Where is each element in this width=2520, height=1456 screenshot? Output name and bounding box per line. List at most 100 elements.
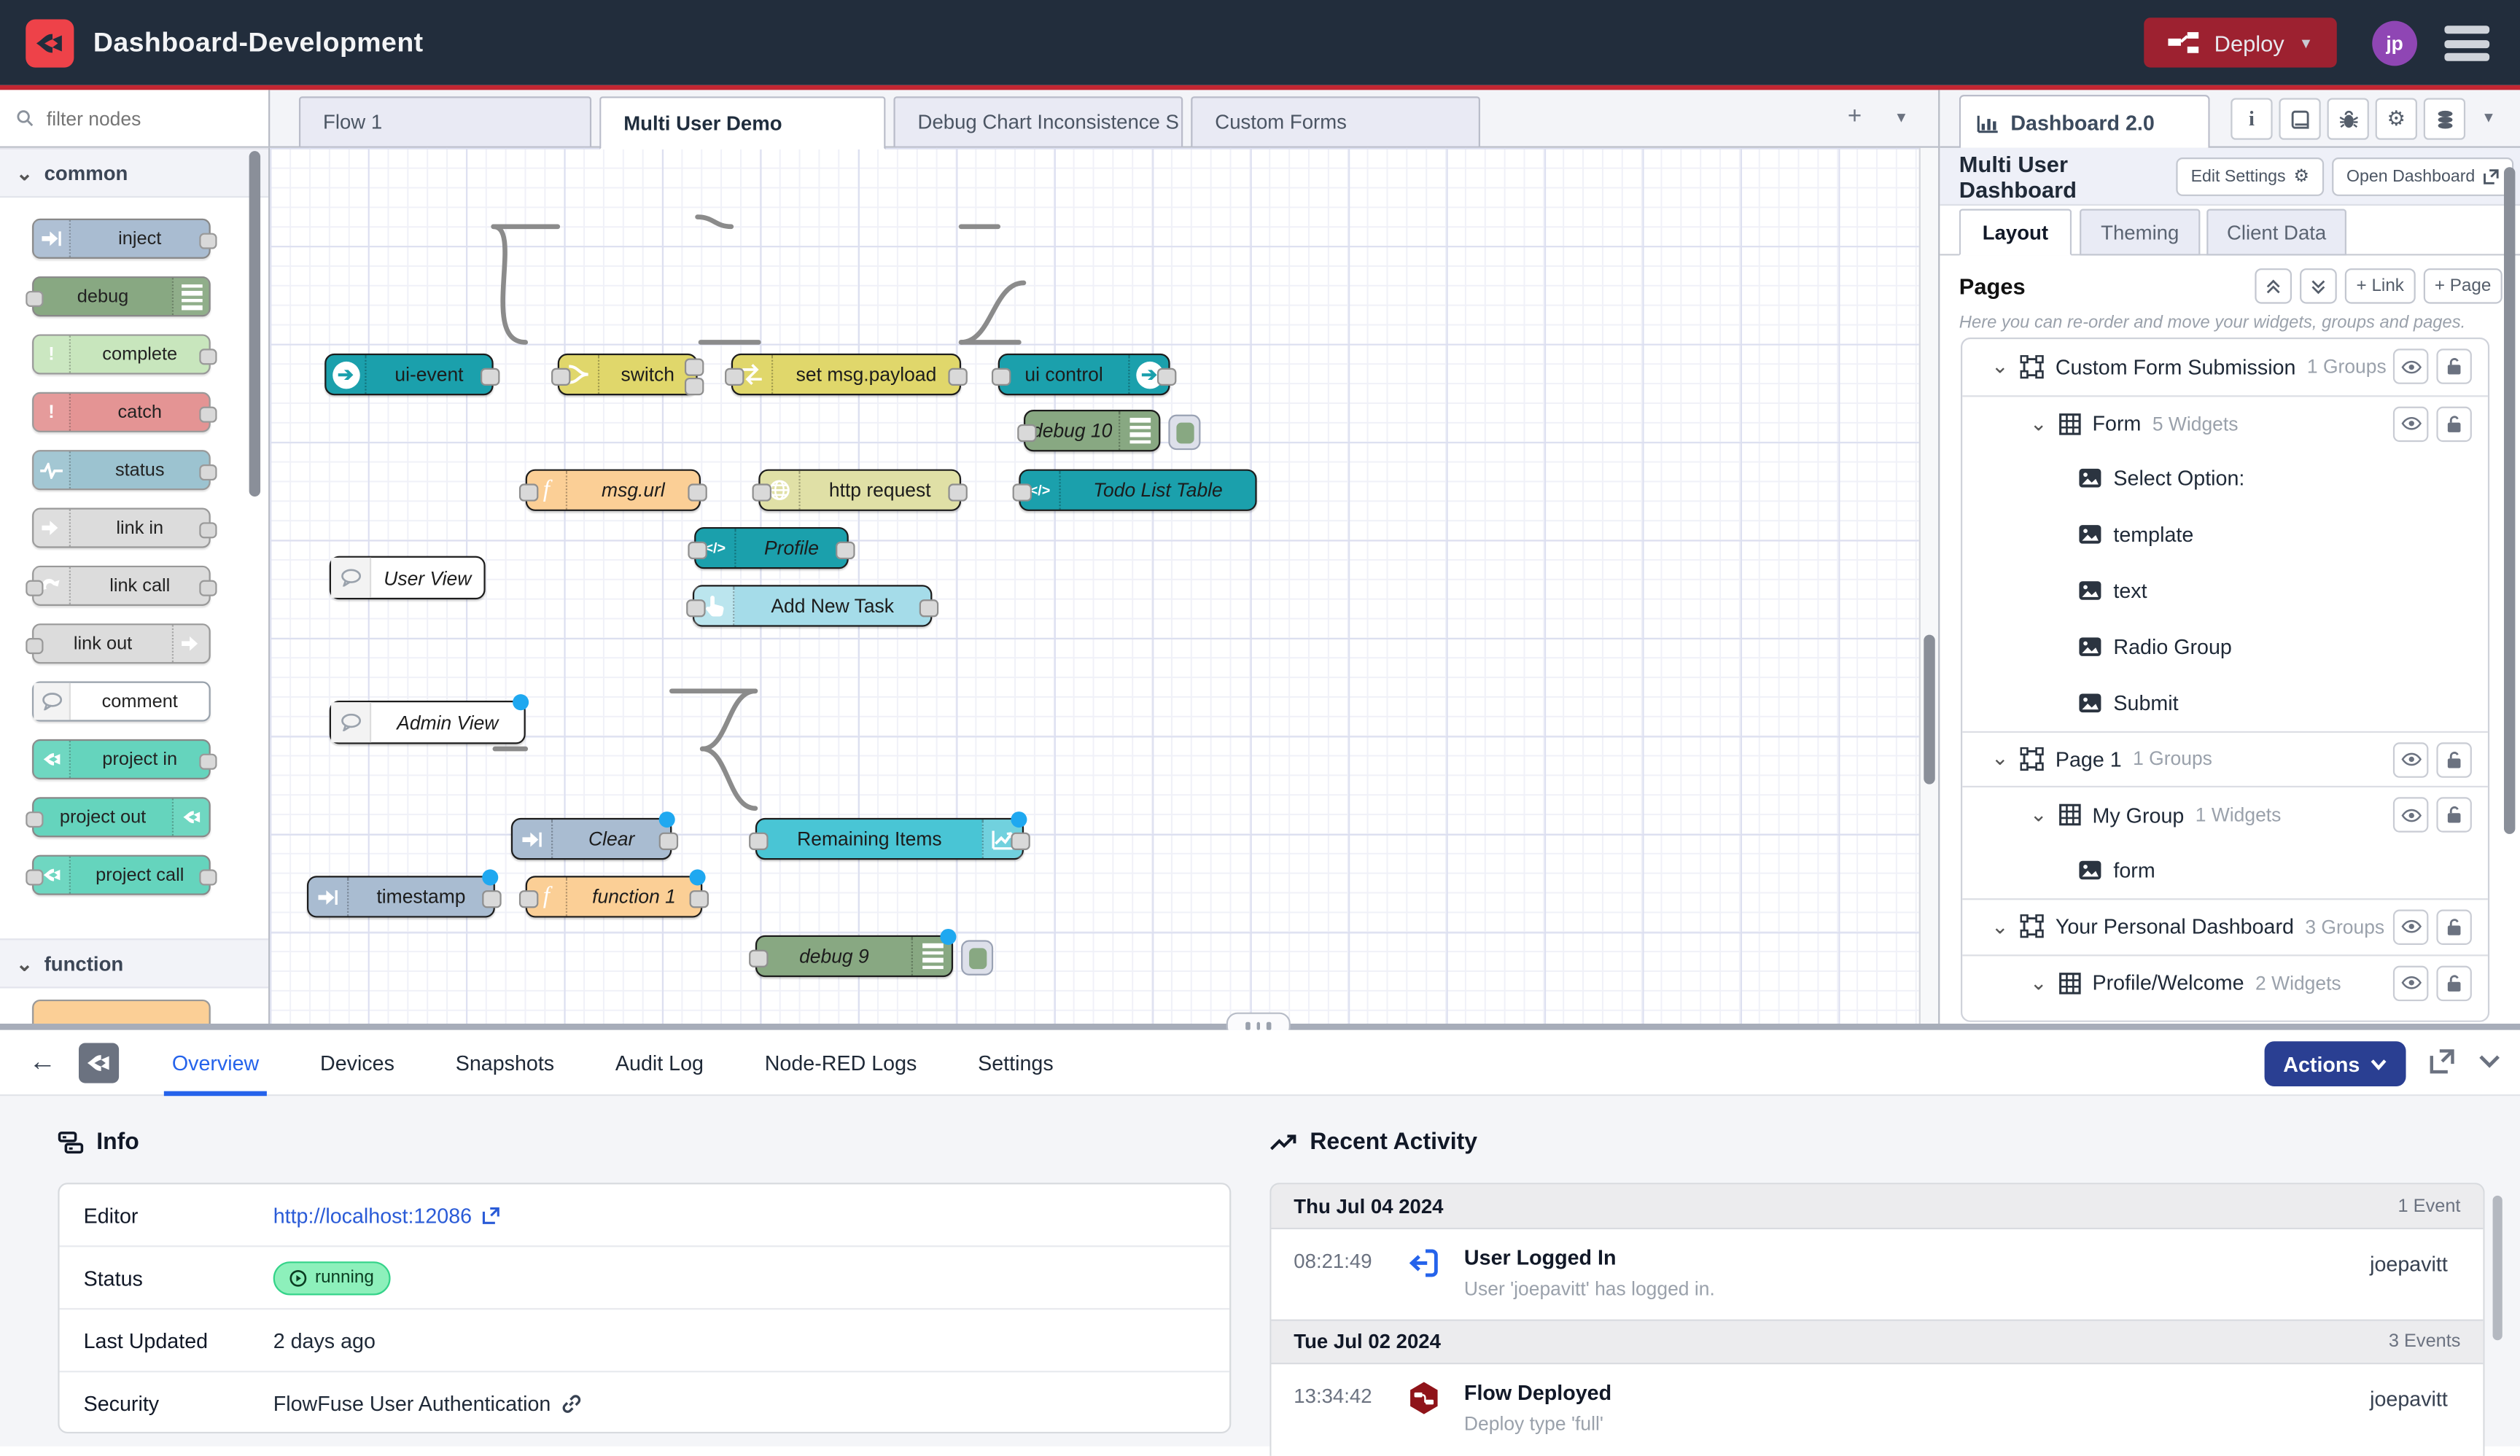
flowfuse-logo-icon[interactable] xyxy=(26,18,74,66)
chevron-down-icon[interactable]: ⌄ xyxy=(1991,354,2009,380)
flow-node-debug-10[interactable]: debug 10 xyxy=(1024,410,1160,451)
tree-widget-submit[interactable]: Submit xyxy=(1962,674,2488,731)
flow-tab-custom-forms[interactable]: Custom Forms xyxy=(1191,96,1480,148)
tree-widget-form[interactable]: form xyxy=(1962,842,2488,898)
unlock-button[interactable] xyxy=(2436,909,2471,944)
chain-link-icon[interactable] xyxy=(561,1393,582,1414)
unlock-button[interactable] xyxy=(2436,349,2471,384)
add-page-button[interactable]: + Page xyxy=(2423,268,2502,303)
flow-list-caret-icon[interactable]: ▼ xyxy=(1883,109,1918,125)
edit-settings-button[interactable]: Edit Settings⚙ xyxy=(2177,157,2324,195)
unlock-button[interactable] xyxy=(2436,798,2471,833)
info-sidebar-icon[interactable]: i xyxy=(2231,98,2272,139)
tab-node-red-logs[interactable]: Node-RED Logs xyxy=(757,1029,925,1095)
unlock-button[interactable] xyxy=(2436,965,2471,1000)
visibility-eye-button[interactable] xyxy=(2393,909,2428,944)
collapse-panel-chevron-icon[interactable] xyxy=(2478,1054,2501,1069)
flow-tab-multi-user-demo[interactable]: Multi User Demo xyxy=(599,96,885,149)
palette-search[interactable] xyxy=(0,90,270,146)
visibility-eye-button[interactable] xyxy=(2393,965,2428,1000)
chevron-down-icon[interactable]: ⌄ xyxy=(2030,411,2048,437)
palette-node-catch[interactable]: ! catch xyxy=(32,392,211,432)
add-link-button[interactable]: + Link xyxy=(2345,268,2415,303)
palette-node-inject[interactable]: inject xyxy=(32,219,211,259)
chevron-down-icon[interactable]: ⌄ xyxy=(2030,970,2048,996)
flow-node-clear-inject[interactable]: Clear xyxy=(511,818,672,860)
tab-devices[interactable]: Devices xyxy=(312,1029,402,1095)
flow-node-set-msg-payload[interactable]: set msg.payload xyxy=(731,354,961,395)
deploy-button[interactable]: Deploy ▼ xyxy=(2144,17,2336,67)
flow-node-debug-9[interactable]: debug 9 xyxy=(755,935,953,977)
tab-layout[interactable]: Layout xyxy=(1959,209,2072,256)
search-input[interactable] xyxy=(44,105,243,131)
palette-node-function-clipped[interactable] xyxy=(32,1000,211,1024)
sidebar-scrollbar[interactable] xyxy=(2504,167,2515,834)
visibility-eye-button[interactable] xyxy=(2393,798,2428,833)
actions-button[interactable]: Actions xyxy=(2265,1041,2406,1086)
flow-node-add-new-task[interactable]: Add New Task xyxy=(693,585,932,626)
flow-node-user-view-comment[interactable]: User View xyxy=(330,556,486,600)
palette-section-function[interactable]: ⌄ function xyxy=(0,938,268,988)
panel-scrollbar[interactable] xyxy=(2493,1196,2502,1340)
tree-page-page-1[interactable]: ⌄ Page 11 Groups xyxy=(1962,731,2488,787)
open-dashboard-button[interactable]: Open Dashboard xyxy=(2332,157,2513,195)
palette-node-complete[interactable]: ! complete xyxy=(32,334,211,374)
sidebar-tab-dashboard[interactable]: Dashboard 2.0 xyxy=(1959,95,2210,148)
palette-node-link-in[interactable]: link in xyxy=(32,507,211,548)
flow-node-function-1[interactable]: f function 1 xyxy=(526,876,702,917)
open-editor-external-icon[interactable] xyxy=(2428,1048,2455,1075)
flow-canvas[interactable]: ➔ ui-event switch set msg.payload ui con… xyxy=(270,148,1938,1024)
activity-event-row[interactable]: 08:21:49 User Logged In User 'joepavitt'… xyxy=(1271,1229,2483,1319)
flow-node-http-request[interactable]: http request xyxy=(758,470,961,511)
flow-node-switch[interactable]: switch xyxy=(558,354,698,395)
canvas-scrollbar-track[interactable] xyxy=(1919,148,1938,1024)
editor-link[interactable]: http://localhost:12086 xyxy=(273,1203,472,1227)
visibility-eye-button[interactable] xyxy=(2393,741,2428,776)
tab-snapshots[interactable]: Snapshots xyxy=(448,1029,562,1095)
debug-toggle-button[interactable] xyxy=(961,940,993,975)
deploy-caret-icon[interactable]: ▼ xyxy=(2299,34,2314,50)
palette-node-debug[interactable]: debug xyxy=(32,276,211,316)
main-menu-button[interactable] xyxy=(2444,26,2489,61)
tab-theming[interactable]: Theming xyxy=(2080,209,2200,256)
palette-node-project-call[interactable]: project call xyxy=(32,855,211,895)
sidebar-more-caret-icon[interactable]: ▼ xyxy=(2481,109,2496,125)
context-data-icon[interactable] xyxy=(2424,98,2465,139)
external-link-icon[interactable] xyxy=(481,1206,499,1223)
tree-widget-template[interactable]: template xyxy=(1962,507,2488,563)
chevron-down-icon[interactable]: ⌄ xyxy=(2030,802,2048,828)
flow-node-msg-url[interactable]: f msg.url xyxy=(526,470,701,511)
expand-all-button[interactable] xyxy=(2300,268,2337,303)
unlock-button[interactable] xyxy=(2436,406,2471,441)
flow-node-todo-list-table[interactable]: </> Todo List Table xyxy=(1019,470,1256,511)
chevron-down-icon[interactable]: ⌄ xyxy=(1991,747,2009,772)
visibility-eye-button[interactable] xyxy=(2393,406,2428,441)
flow-node-timestamp-inject[interactable]: timestamp xyxy=(307,876,495,917)
tree-widget-text[interactable]: text xyxy=(1962,563,2488,619)
palette-node-status[interactable]: status xyxy=(32,450,211,490)
palette-scrollbar[interactable] xyxy=(249,151,260,497)
user-avatar[interactable]: jp xyxy=(2372,21,2417,66)
tree-group-my-group[interactable]: ⌄ My Group1 Widgets xyxy=(1962,787,2488,843)
tree-widget-select-option[interactable]: Select Option: xyxy=(1962,451,2488,507)
debug-toggle-button[interactable] xyxy=(1168,415,1200,450)
collapse-all-button[interactable] xyxy=(2255,268,2292,303)
flow-node-remaining-items[interactable]: Remaining Items xyxy=(755,818,1024,860)
back-arrow-icon[interactable]: ← xyxy=(29,1046,56,1078)
flow-tab-flow1[interactable]: Flow 1 xyxy=(299,96,591,148)
visibility-eye-button[interactable] xyxy=(2393,349,2428,384)
help-book-icon[interactable] xyxy=(2279,98,2320,139)
tab-client-data[interactable]: Client Data xyxy=(2206,209,2346,256)
tree-group-profile-welcome[interactable]: ⌄ Profile/Welcome2 Widgets xyxy=(1962,954,2488,1011)
canvas-scrollbar-thumb[interactable] xyxy=(1924,635,1934,785)
flow-node-admin-view-comment[interactable]: Admin View xyxy=(330,701,526,744)
palette-node-comment[interactable]: comment xyxy=(32,682,211,722)
unlock-button[interactable] xyxy=(2436,741,2471,776)
gear-icon[interactable]: ⚙ xyxy=(2376,98,2417,139)
tree-widget-radio-group[interactable]: Radio Group xyxy=(1962,619,2488,675)
flow-tab-debug-chart[interactable]: Debug Chart Inconsistence S xyxy=(893,96,1183,148)
tree-page-custom-form-submission[interactable]: ⌄ Custom Form Submission1 Groups xyxy=(1962,339,2488,395)
activity-event-row[interactable]: 13:34:42 Flow Deployed Deploy type 'full… xyxy=(1271,1364,2483,1454)
flow-node-profile[interactable]: </> Profile xyxy=(694,527,849,569)
flow-node-ui-event[interactable]: ➔ ui-event xyxy=(324,354,493,395)
